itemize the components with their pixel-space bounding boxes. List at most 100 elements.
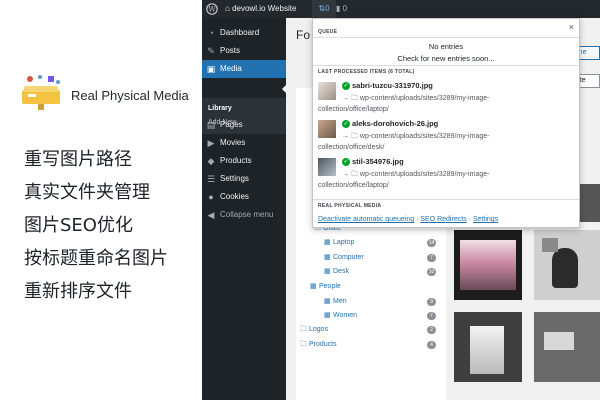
popup-links: Deactivate automatic queueing · SEO Redi…: [318, 216, 498, 223]
menu-item-products[interactable]: ◆ Products: [202, 152, 286, 170]
count-badge: 14: [427, 239, 436, 247]
media-thumbnail[interactable]: [534, 230, 600, 300]
path-line: → 🗀 wp-content/uploads/sites/3289/my-ima…: [342, 171, 490, 178]
tree-item-computer[interactable]: ▦ Computer 7: [324, 251, 440, 265]
menu-item-dashboard[interactable]: ◔ Dashboard: [202, 24, 286, 42]
queue-title: QUEUE: [318, 29, 338, 35]
brand-name: Real Physical Media: [71, 88, 189, 103]
collapse-icon: ◀: [207, 210, 215, 220]
count-badge: 2: [427, 326, 436, 334]
count-badge: 7: [427, 254, 436, 262]
admin-bar-site-link[interactable]: ⌂ devowl.io Website: [225, 0, 296, 18]
page-title: Fo: [296, 28, 311, 42]
media-thumbnail[interactable]: [454, 230, 522, 300]
collection-icon: ▦: [324, 312, 331, 319]
comment-icon: ▮: [336, 4, 343, 13]
tree-label: Laptop: [333, 239, 355, 246]
menu-item-movies[interactable]: ▶ Movies: [202, 134, 286, 152]
plugin-logo-icon: [22, 75, 60, 110]
tree-label: Logos: [309, 326, 329, 333]
count-badge: 9: [427, 298, 436, 306]
tree-item-laptop[interactable]: ▦ Laptop 14: [324, 236, 440, 250]
svg-text:W: W: [208, 6, 216, 14]
dashboard-icon: ◔: [208, 28, 214, 38]
path-line: → 🗀 wp-content/uploads/sites/3289/my-ima…: [342, 133, 490, 140]
menu-label: Dashboard: [220, 28, 260, 37]
count-badge: 10: [427, 268, 436, 276]
settings-link[interactable]: Settings: [473, 216, 498, 223]
processed-path: → 🗀 wp-content/uploads/sites/3289/my-ima…: [318, 169, 576, 191]
path-line: collection/office/desk/: [318, 144, 385, 151]
folder-icon: 🗀: [300, 341, 307, 348]
processed-title: LAST PROCESSED ITEMS (6 TOTAL): [318, 69, 415, 75]
tree-item-people[interactable]: ▦ People: [310, 280, 440, 294]
processed-item: ✓ sabri-tuzcu-331970.jpg → 🗀 wp-content/…: [318, 81, 576, 119]
processed-item: ✓ aleks-dorohovich-26.jpg → 🗀 wp-content…: [318, 119, 576, 157]
box-icon: ◆: [207, 156, 215, 166]
tree-label: Men: [333, 298, 347, 305]
menu-label: Cookies: [220, 192, 249, 201]
deactivate-queue-link[interactable]: Deactivate automatic queueing: [318, 216, 414, 223]
tree-item-men[interactable]: ▦ Men 9: [324, 295, 440, 309]
menu-item-posts[interactable]: ✎ Posts: [202, 42, 286, 60]
processed-path: → 🗀 wp-content/uploads/sites/3289/my-ima…: [318, 93, 576, 115]
count-badge: 4: [427, 341, 436, 349]
check-new-text: Check for new entries soon...: [397, 54, 495, 63]
media-thumbnail[interactable]: [454, 312, 522, 382]
processed-filename: stil-354976.jpg: [352, 157, 404, 166]
menu-item-settings[interactable]: ☰ Settings: [202, 170, 286, 188]
queue-toggle[interactable]: ⇅0: [312, 0, 336, 18]
tree-label: Products: [309, 341, 337, 348]
processed-item: ✓ stil-354976.jpg → 🗀 wp-content/uploads…: [318, 157, 576, 195]
sliders-icon: ☰: [206, 174, 216, 184]
film-icon: ▶: [207, 138, 215, 148]
divider: [313, 199, 579, 200]
tree-item-desk[interactable]: ▦ Desk 10: [324, 265, 440, 279]
divider: [313, 65, 579, 66]
feature-item: 真实文件夹管理: [24, 182, 150, 203]
seo-redirects-link[interactable]: SEO Redirects: [420, 216, 466, 223]
feature-item: 图片SEO优化: [24, 215, 133, 236]
menu-label: Posts: [220, 46, 241, 55]
close-icon[interactable]: ×: [569, 22, 574, 32]
feature-list: 重写图片路径 真实文件夹管理 图片SEO优化 按标题重命名图片 重新排序文件: [24, 148, 168, 313]
collection-icon: ▦: [324, 268, 331, 275]
menu-item-cookies[interactable]: ● Cookies: [202, 188, 286, 206]
tree-label: Desk: [333, 268, 349, 275]
queue-count: 0: [325, 4, 330, 13]
menu-item-media[interactable]: ▣ Media: [202, 60, 286, 78]
collection-icon: ▦: [324, 254, 331, 261]
menu-item-collapse[interactable]: ◀ Collapse menu: [202, 206, 286, 224]
collection-icon: ▦: [310, 283, 317, 290]
feature-item: 重写图片路径: [24, 149, 132, 170]
site-name: devowl.io Website: [232, 4, 297, 13]
tree-label: People: [319, 283, 341, 290]
menu-label: Collapse menu: [220, 210, 274, 219]
divider: [313, 37, 579, 38]
comments-link[interactable]: ▮ 0: [336, 0, 347, 18]
check-icon: ✓: [342, 158, 350, 166]
tree-item-women[interactable]: ▦ Women 7: [324, 309, 440, 323]
processed-filename: sabri-tuzcu-331970.jpg: [352, 81, 433, 90]
queue-popup: × QUEUE No entries Check for new entries…: [312, 18, 580, 228]
feature-item: 重新排序文件: [24, 281, 132, 302]
home-icon: ⌂: [225, 4, 233, 13]
check-icon: ✓: [342, 82, 350, 90]
check-icon: ✓: [342, 120, 350, 128]
menu-label: Pages: [220, 120, 243, 129]
tree-item-products[interactable]: 🗀 Products 4: [300, 338, 440, 352]
admin-sidebar: ◔ Dashboard ✎ Posts ▣ Media Library Add …: [202, 18, 287, 400]
menu-item-pages[interactable]: ▤ Pages: [202, 116, 286, 134]
tree-item-logos[interactable]: 🗀 Logos 2: [300, 323, 440, 337]
page-icon: ▤: [206, 120, 216, 130]
path-line: → 🗀 wp-content/uploads/sites/3289/my-ima…: [342, 95, 490, 102]
wordpress-logo-icon[interactable]: W: [206, 0, 222, 18]
collection-icon: ▦: [324, 239, 331, 246]
admin-bar: W ⌂ devowl.io Website ⇅0 ▮ 0: [202, 0, 600, 18]
submenu-library[interactable]: Library: [208, 105, 232, 112]
path-line: collection/office/laptop/: [318, 182, 389, 189]
count-badge: 7: [427, 312, 436, 320]
folder-icon: 🗀: [300, 326, 307, 333]
collection-icon: ▦: [324, 298, 331, 305]
media-thumbnail[interactable]: [534, 312, 600, 382]
